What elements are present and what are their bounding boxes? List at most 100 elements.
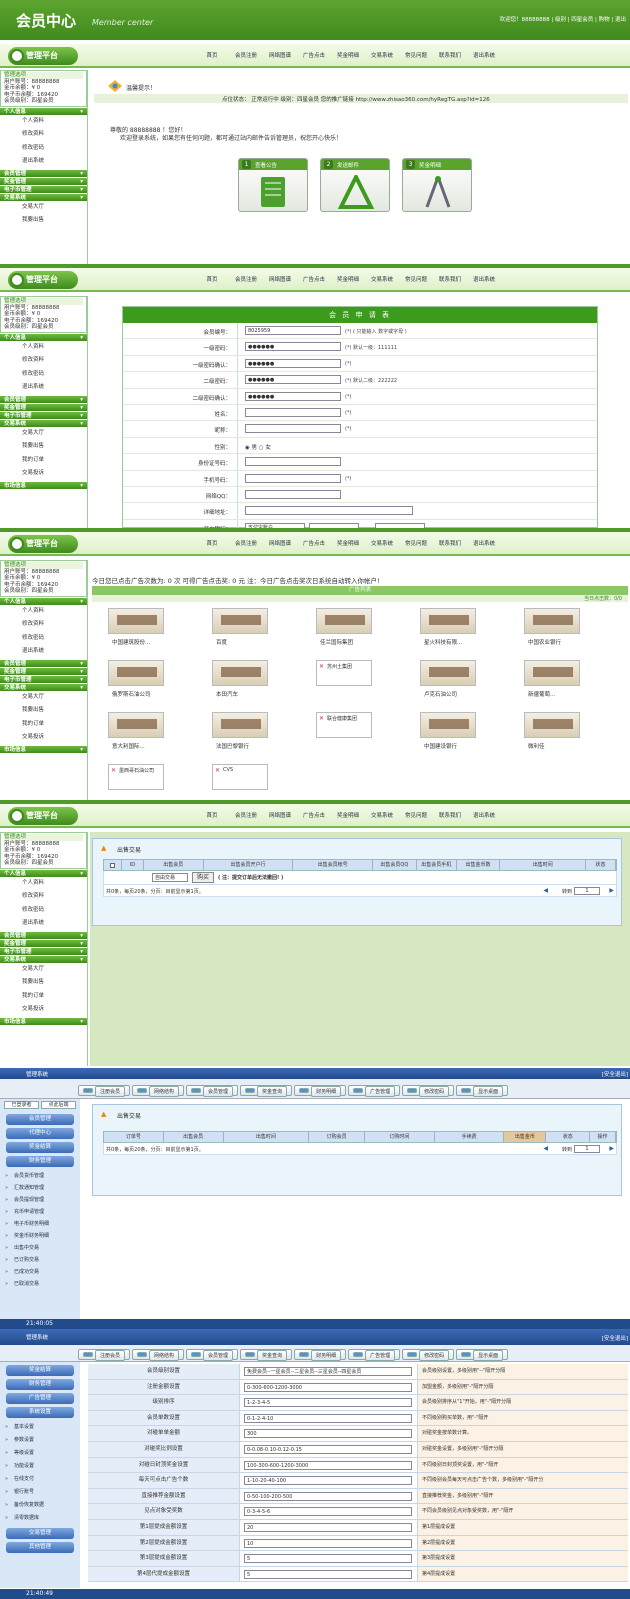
sidebar-item[interactable]: 修改密码 [0, 632, 87, 646]
select-all-checkbox[interactable] [104, 860, 122, 870]
sidebar-group-button[interactable]: 财务管理 [6, 1379, 74, 1390]
sidebar-link[interactable]: 备份恢复数据 [0, 1499, 80, 1512]
sidebar-link[interactable]: 会员货币管理 [0, 1170, 80, 1182]
input-field[interactable]: ●●●●●● [245, 342, 341, 352]
nav-item[interactable]: 首页 [195, 811, 229, 819]
header-welcome[interactable]: 欢迎您！88888888 | 级别 | 四星会员 | 购物 | 退出 [500, 15, 626, 23]
nav-item[interactable]: 交易系统 [365, 275, 399, 283]
sidebar-item[interactable]: 修改资料 [0, 890, 87, 904]
ad-thumbnail[interactable] [108, 660, 164, 686]
ad-name[interactable]: 星火科技有限... [424, 638, 462, 646]
sidebar-group-button[interactable]: 广告管理 [6, 1393, 74, 1404]
sidebar-item[interactable]: 修改密码 [0, 904, 87, 918]
sidebar-link[interactable]: 基本设置 [0, 1421, 80, 1434]
sidebar-link[interactable]: 已成功交易 [0, 1266, 80, 1278]
sidebar-link[interactable]: 参数设置 [0, 1434, 80, 1447]
tab-6[interactable]: 修改密码 [402, 1349, 455, 1361]
nav-item[interactable]: 常见问题 [399, 51, 433, 59]
buy-button[interactable]: 购买 [192, 872, 214, 883]
sidebar-item[interactable]: 我要出售 [0, 214, 87, 228]
setting-input[interactable]: 5 [244, 1554, 412, 1564]
setting-input[interactable]: 0-300-600-1200-3000 [244, 1382, 412, 1392]
tab-4[interactable]: 财务明细 [294, 1349, 347, 1361]
sidebar-item[interactable]: 交易大厅 [0, 691, 87, 705]
ad-thumbnail[interactable]: ✕ 墨西哥石油公司 [108, 764, 164, 790]
sidebar-item[interactable]: 个人资料 [0, 877, 87, 891]
nav-item[interactable]: 广告点击 [297, 539, 331, 547]
nav-item[interactable]: 退出系统 [467, 51, 501, 59]
tab-7[interactable]: 显示桌面 [456, 1349, 509, 1361]
ad-thumbnail[interactable] [420, 660, 476, 686]
ad-name[interactable]: 中国农业银行 [528, 638, 561, 646]
sidebar-item[interactable]: 退出系统 [0, 381, 87, 395]
nav-item[interactable]: 网络图谱 [263, 539, 297, 547]
sidebar-item[interactable]: 交易大厅 [0, 963, 87, 977]
ad-name[interactable]: 中国建设银行 [424, 742, 457, 750]
ad-name[interactable]: 俄罗斯石油公司 [112, 690, 151, 698]
sidebar-item[interactable]: 我的订单 [0, 718, 87, 732]
sidebar-item[interactable]: 我的订单 [0, 454, 87, 468]
nav-item[interactable]: 退出系统 [467, 275, 501, 283]
ad-thumbnail[interactable] [212, 608, 268, 634]
sidebar-item[interactable]: 个人资料 [0, 115, 87, 129]
tab-0[interactable]: 注册会员 [78, 1349, 131, 1361]
sidebar-section-3[interactable]: 电子币管理 [0, 946, 87, 956]
ad-thumbnail[interactable] [108, 608, 164, 634]
setting-input[interactable]: 100-300-600-1200-3000 [244, 1460, 412, 1470]
tab-3[interactable]: 奖金查询 [240, 1349, 293, 1361]
sidebar-section-5[interactable]: 市场信息 [0, 744, 87, 754]
nav-item[interactable]: 首页 [195, 51, 229, 59]
nav-item[interactable]: 奖金明细 [331, 811, 365, 819]
tab-7[interactable]: 显示桌面 [456, 1085, 509, 1097]
sidebar-item[interactable]: 修改资料 [0, 128, 87, 142]
tab-5[interactable]: 广告管理 [348, 1349, 401, 1361]
ad-name[interactable]: 百度 [216, 638, 227, 646]
sidebar-link[interactable]: 等级设置 [0, 1447, 80, 1460]
sidebar-group-button[interactable]: 奖金结算 [6, 1365, 74, 1376]
ad-thumbnail[interactable]: ✕ CVS [212, 764, 268, 790]
sidebar-group-button[interactable]: 代理中心 [6, 1128, 74, 1139]
tab-5[interactable]: 广告管理 [348, 1085, 401, 1097]
feature-card[interactable]: 1 查看公告 [238, 158, 308, 212]
sidebar-section-5[interactable]: 市场信息 [0, 1016, 87, 1026]
nav-item[interactable]: 首页 [195, 275, 229, 283]
tab-1[interactable]: 网络结构 [132, 1085, 185, 1097]
sidebar-section-1[interactable]: 会员管理 [0, 168, 87, 178]
nav-item[interactable]: 联系我们 [433, 811, 467, 819]
nav-item[interactable]: 广告点击 [297, 811, 331, 819]
sidebar-item[interactable]: 交易大厅 [0, 427, 87, 441]
ad-thumbnail[interactable]: ✕ 联合健康集团 [316, 712, 372, 738]
sidebar-section-1[interactable]: 会员管理 [0, 930, 87, 940]
sidebar-item[interactable]: 我要出售 [0, 704, 87, 718]
nav-item[interactable]: 退出系统 [467, 811, 501, 819]
nav-item[interactable]: 网络图谱 [263, 51, 297, 59]
sidebar-group-button[interactable]: 其他管理 [6, 1542, 74, 1553]
nav-item[interactable]: 广告点击 [297, 51, 331, 59]
nav-item[interactable]: 奖金明细 [331, 539, 365, 547]
sidebar-section-3[interactable]: 电子币管理 [0, 410, 87, 420]
gender-radio[interactable]: ◉ 男 ○ 女 [245, 443, 271, 451]
sidebar-link[interactable]: 已取消交易 [0, 1278, 80, 1290]
sidebar-link[interactable]: 已订购交易 [0, 1254, 80, 1266]
setting-input[interactable]: 10 [244, 1538, 412, 1548]
tab-2[interactable]: 会员管理 [186, 1349, 239, 1361]
input-field[interactable]: ●●●●●● [245, 391, 341, 401]
sidebar-section-2[interactable]: 奖金管理 [0, 938, 87, 948]
sidebar-item[interactable]: 退出系统 [0, 645, 87, 659]
sidebar-link[interactable]: 在线支付 [0, 1473, 80, 1486]
sidebar-item[interactable]: 修改资料 [0, 354, 87, 368]
sidebar-link[interactable]: 功能设置 [0, 1460, 80, 1473]
prev-page-icon[interactable]: ◀ [543, 1145, 548, 1152]
ad-thumbnail[interactable]: ✕ 苏州土集团 [316, 660, 372, 686]
sidebar-group-button[interactable]: 系统设置 [6, 1407, 74, 1418]
ad-name[interactable]: 佳兰国际集团 [320, 638, 353, 646]
nav-item[interactable]: 网络图谱 [263, 275, 297, 283]
ad-thumbnail[interactable] [108, 712, 164, 738]
nav-item[interactable]: 交易系统 [365, 51, 399, 59]
nav-item[interactable]: 奖金明细 [331, 51, 365, 59]
input-field[interactable] [245, 489, 341, 499]
setting-input[interactable]: 0-3-4-5-6 [244, 1507, 412, 1517]
input-field[interactable] [245, 473, 341, 483]
prev-page-icon[interactable]: ◀ [543, 887, 548, 894]
tab-3[interactable]: 奖金查询 [240, 1085, 293, 1097]
